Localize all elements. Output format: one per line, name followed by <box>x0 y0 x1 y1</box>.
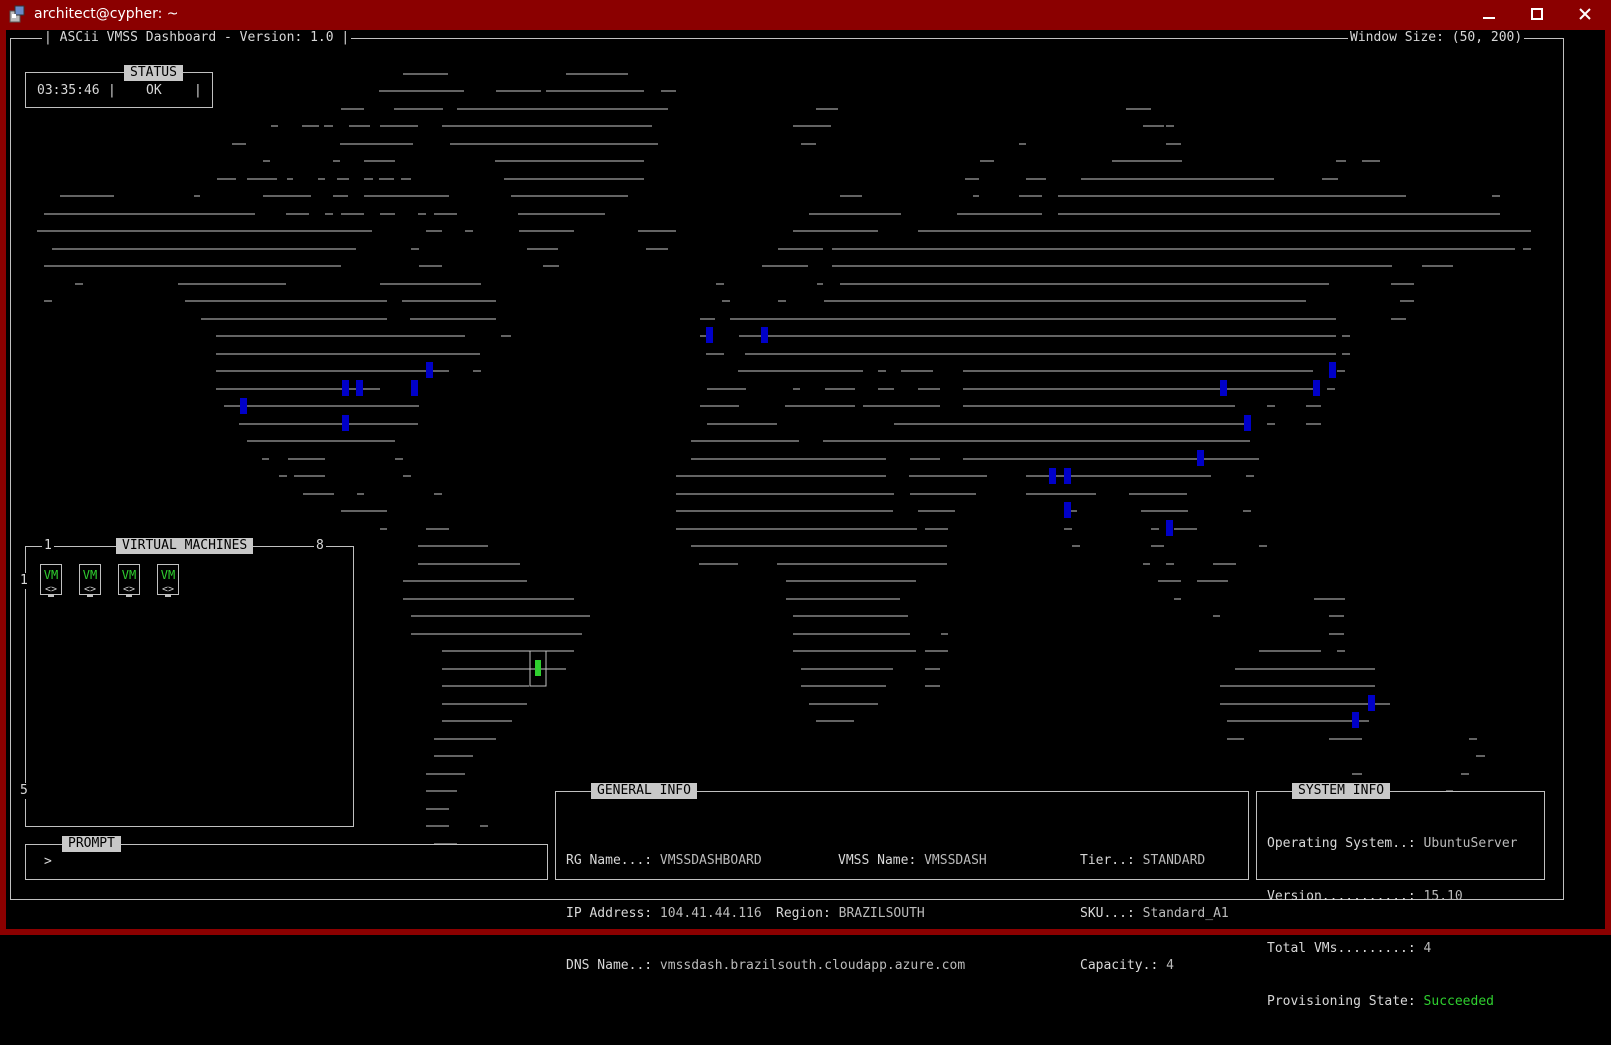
system-info-list: Operating System..: UbuntuServer Version… <box>1267 836 1518 1009</box>
vm-tile-label: VM <box>160 568 176 582</box>
ip-value: 104.41.44.116 <box>659 905 762 921</box>
datacenter-marker <box>706 327 713 343</box>
datacenter-marker <box>411 380 418 396</box>
vm-tile-tag: <> <box>122 584 136 595</box>
terminal-app-icon <box>9 5 25 23</box>
general-info-col3: Tier..: STANDARD SKU...: Standard_A1 Cap… <box>1080 853 1229 973</box>
maximize-icon <box>1531 8 1543 20</box>
status-time: 03:35:46 <box>37 83 100 98</box>
sku-value: Standard_A1 <box>1142 905 1229 921</box>
vm-tile-label: VM <box>121 568 137 582</box>
datacenter-marker <box>426 362 433 378</box>
system-info-title: SYSTEM INFO <box>1292 783 1391 799</box>
vm-tile-tag: <> <box>44 584 58 595</box>
datacenter-marker <box>356 380 363 396</box>
version-value: 15.10 <box>1423 888 1463 904</box>
dns-value: vmssdash.brazilsouth.cloudapp.azure.com <box>659 958 966 973</box>
datacenter-marker <box>761 327 768 343</box>
vm-tile[interactable]: VM <> <box>79 564 101 598</box>
rg-name-value: VMSSDASHBOARD <box>659 853 762 868</box>
vm-tile[interactable]: VM <> <box>118 564 140 598</box>
datacenter-marker <box>1166 520 1173 536</box>
os-value: UbuntuServer <box>1423 836 1518 851</box>
vm-grid-row-end: 5 <box>18 783 30 799</box>
vm-tile-label: VM <box>82 568 98 582</box>
datacenter-marker <box>1064 468 1071 484</box>
active-region-marker <box>535 660 541 676</box>
vm-tile-tag: <> <box>83 584 97 595</box>
datacenter-marker <box>1352 712 1359 728</box>
datacenter-marker <box>342 380 349 396</box>
datacenter-marker <box>1244 415 1251 431</box>
datacenter-marker <box>1064 502 1071 518</box>
maximize-button[interactable] <box>1513 0 1561 30</box>
datacenter-marker <box>1220 380 1227 396</box>
general-info-col2: VMSS Name: VMSSDASH Region: BRAZILSOUTH <box>776 853 987 921</box>
status-separator-end: | <box>194 83 202 98</box>
tier-value: STANDARD <box>1142 853 1206 868</box>
datacenter-marker <box>342 415 349 431</box>
vm-tile-tag: <> <box>161 584 175 595</box>
title-bar[interactable]: architect@cypher: ~ <box>0 0 1611 30</box>
general-info-title: GENERAL INFO <box>591 783 697 799</box>
datacenter-marker <box>240 398 247 414</box>
datacenter-marker <box>1329 362 1336 378</box>
terminal-area[interactable]: | ASCii VMSS Dashboard - Version: 1.0 | … <box>6 30 1605 1009</box>
vm-grid-col-start: 1 <box>42 538 54 554</box>
prompt-input[interactable]: > <box>44 853 534 871</box>
status-title: STATUS <box>124 65 183 81</box>
capacity-value: 4 <box>1166 958 1174 973</box>
vm-grid-title: VIRTUAL MACHINES <box>116 538 254 554</box>
status-separator: | <box>108 83 116 98</box>
minimize-icon <box>1483 17 1495 19</box>
prompt-title: PROMPT <box>62 836 121 852</box>
vmss-name-value: VMSSDASH <box>924 853 987 868</box>
close-icon <box>1579 8 1591 20</box>
datacenter-marker <box>1197 450 1204 466</box>
vm-tile[interactable]: VM <> <box>40 564 62 598</box>
vm-tile-label: VM <box>43 568 59 582</box>
total-vms-value: 4 <box>1423 941 1432 956</box>
status-state: OK <box>146 83 162 98</box>
close-button[interactable] <box>1561 0 1609 30</box>
datacenter-marker <box>1049 468 1056 484</box>
terminal-window: architect@cypher: ~ | ASCii VMSS Dashboa… <box>0 0 1611 1009</box>
vm-grid-box <box>25 546 354 827</box>
datacenter-marker <box>1313 380 1320 396</box>
vm-grid-row-start: 1 <box>18 573 30 589</box>
region-value: BRAZILSOUTH <box>838 905 925 921</box>
provisioning-state-value: Succeeded <box>1423 993 1494 1009</box>
minimize-button[interactable] <box>1465 0 1513 30</box>
vm-tile[interactable]: VM <> <box>157 564 179 598</box>
vm-grid-col-end: 8 <box>314 538 326 554</box>
datacenter-marker <box>1368 695 1375 711</box>
window-title: architect@cypher: ~ <box>34 6 179 22</box>
